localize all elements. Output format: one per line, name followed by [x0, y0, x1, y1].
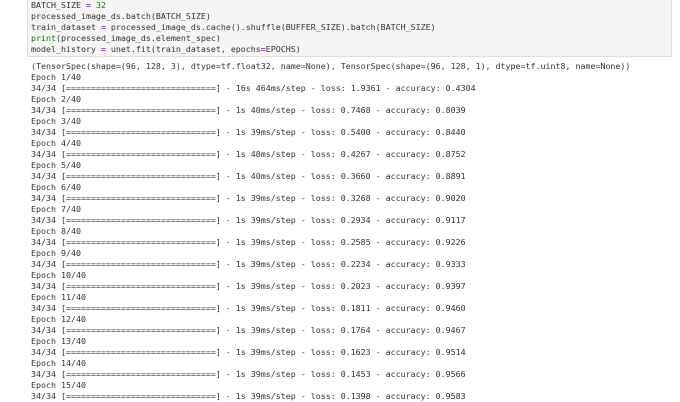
progress-line: 34/34 [==============================] -…: [31, 215, 466, 225]
code-line: print(processed_image_ds.element_spec): [31, 33, 671, 44]
progress-line: 34/34 [==============================] -…: [31, 127, 466, 137]
progress-line: 34/34 [==============================] -…: [31, 391, 466, 401]
epoch-label: Epoch 14/40: [31, 358, 86, 368]
code-token: model_history: [31, 44, 101, 54]
progress-line: 34/34 [==============================] -…: [31, 193, 466, 203]
code-token: processed_image_ds.batch(BATCH_SIZE): [31, 11, 211, 21]
epoch-label: Epoch 15/40: [31, 380, 86, 390]
code-line: processed_image_ds.batch(BATCH_SIZE): [31, 11, 671, 22]
code-token: BATCH_SIZE: [31, 0, 86, 10]
code-cell-input[interactable]: BATCH_SIZE = 32 processed_image_ds.batch(…: [27, 0, 672, 57]
progress-line: 34/34 [==============================] -…: [31, 303, 466, 313]
progress-line: 34/34 [==============================] -…: [31, 105, 466, 115]
code-token: EPOCHS): [265, 44, 301, 54]
epoch-label: Epoch 13/40: [31, 336, 86, 346]
output-line: (TensorSpec(shape=(96, 128, 3), dtype=tf…: [31, 61, 631, 71]
epoch-label: Epoch 10/40: [31, 270, 86, 280]
code-line: BATCH_SIZE = 32: [31, 0, 671, 11]
code-token: processed_image_ds.cache().shuffle(BUFFE…: [105, 22, 436, 32]
progress-line: 34/34 [==============================] -…: [31, 259, 466, 269]
code-line: model_history = unet.fit(train_dataset, …: [31, 44, 671, 55]
progress-line: 34/34 [==============================] -…: [31, 171, 466, 181]
epoch-label: Epoch 4/40: [31, 138, 81, 148]
epoch-label: Epoch 6/40: [31, 182, 81, 192]
epoch-label: Epoch 3/40: [31, 116, 81, 126]
epoch-label: Epoch 9/40: [31, 248, 81, 258]
code-token: print: [31, 33, 56, 43]
epoch-label: Epoch 11/40: [31, 292, 86, 302]
progress-line: 34/34 [==============================] -…: [31, 347, 466, 357]
epoch-label: Epoch 5/40: [31, 160, 81, 170]
progress-line: 34/34 [==============================] -…: [31, 149, 466, 159]
code-token: train_dataset: [31, 22, 101, 32]
epoch-label: Epoch 8/40: [31, 226, 81, 236]
cell-output: (TensorSpec(shape=(96, 128, 3), dtype=tf…: [31, 61, 671, 402]
code-line: train_dataset = processed_image_ds.cache…: [31, 22, 671, 33]
progress-line: 34/34 [==============================] -…: [31, 325, 466, 335]
epoch-label: Epoch 1/40: [31, 72, 81, 82]
epoch-label: Epoch 7/40: [31, 204, 81, 214]
progress-line: 34/34 [==============================] -…: [31, 369, 466, 379]
code-token: (processed_image_ds.element_spec): [55, 33, 221, 43]
progress-line: 34/34 [==============================] -…: [31, 281, 466, 291]
epoch-label: Epoch 12/40: [31, 314, 86, 324]
progress-line: 34/34 [==============================] -…: [31, 83, 476, 93]
code-token: 32: [95, 0, 106, 10]
epoch-label: Epoch 2/40: [31, 94, 81, 104]
code-token: unet.fit(train_dataset, epochs: [105, 44, 261, 54]
progress-line: 34/34 [==============================] -…: [31, 237, 466, 247]
